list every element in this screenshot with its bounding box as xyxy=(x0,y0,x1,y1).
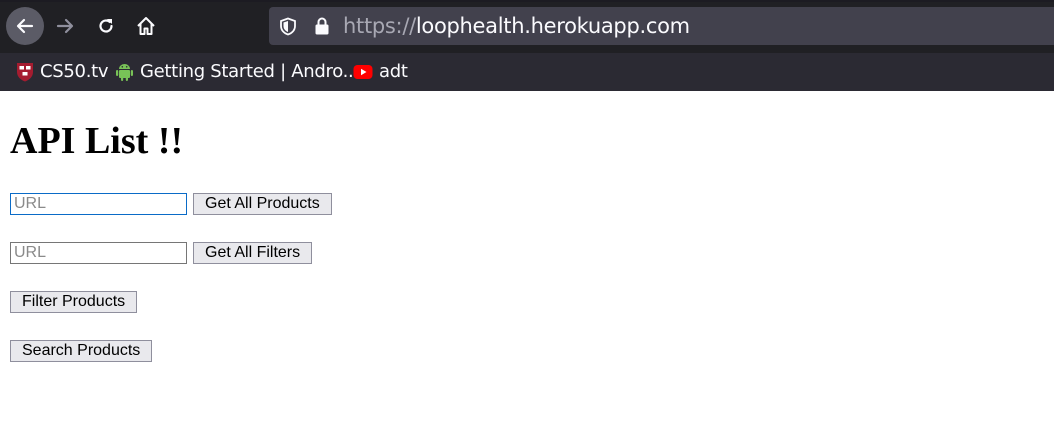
tab-strip-divider xyxy=(0,0,1054,2)
filter-products-button[interactable]: Filter Products xyxy=(10,291,138,313)
harvard-shield-icon xyxy=(16,62,34,82)
get-all-filters-button[interactable]: Get All Filters xyxy=(193,242,313,264)
search-products-button[interactable]: Search Products xyxy=(10,340,153,362)
bookmark-label: adt xyxy=(379,61,408,82)
home-button[interactable] xyxy=(127,7,165,45)
home-icon xyxy=(137,17,155,35)
bookmark-android-getting-started[interactable]: Getting Started | Andro... xyxy=(115,61,359,82)
arrow-left-icon xyxy=(16,18,34,34)
browser-toolbar: https://loophealth.herokuapp.com xyxy=(0,0,1054,53)
address-bar[interactable]: https://loophealth.herokuapp.com xyxy=(269,7,1054,45)
get-all-products-button[interactable]: Get All Products xyxy=(193,193,332,215)
tracking-protection-shield-icon[interactable] xyxy=(279,17,297,36)
products-url-input[interactable] xyxy=(10,193,187,215)
url-host: loophealth.herokuapp.com xyxy=(415,14,690,38)
url-text[interactable]: https://loophealth.herokuapp.com xyxy=(343,14,690,38)
reload-button[interactable] xyxy=(87,7,125,45)
page-title: API List !! xyxy=(10,120,184,162)
get-all-products-row: Get All Products xyxy=(10,193,332,215)
bookmark-label: Getting Started | Andro... xyxy=(140,61,359,82)
youtube-icon xyxy=(353,64,373,80)
filters-url-input[interactable] xyxy=(10,242,187,264)
lock-icon[interactable] xyxy=(313,16,331,36)
bookmark-adt[interactable]: adt xyxy=(353,61,408,82)
back-button[interactable] xyxy=(6,7,44,45)
bookmarks-toolbar: CS50.tv Getting Started | Andro... adt xyxy=(0,53,1054,91)
search-products-row: Search Products xyxy=(10,340,153,362)
android-icon xyxy=(115,62,134,82)
browser-chrome: https://loophealth.herokuapp.com CS50.tv xyxy=(0,0,1054,91)
filter-products-row: Filter Products xyxy=(10,291,138,313)
forward-button[interactable] xyxy=(46,7,84,45)
arrow-right-icon xyxy=(56,18,74,34)
get-all-filters-row: Get All Filters xyxy=(10,242,313,264)
reload-icon xyxy=(99,19,113,33)
url-scheme: https:// xyxy=(343,14,416,38)
bookmark-label: CS50.tv xyxy=(40,61,109,82)
bookmark-cs50[interactable]: CS50.tv xyxy=(16,61,109,82)
